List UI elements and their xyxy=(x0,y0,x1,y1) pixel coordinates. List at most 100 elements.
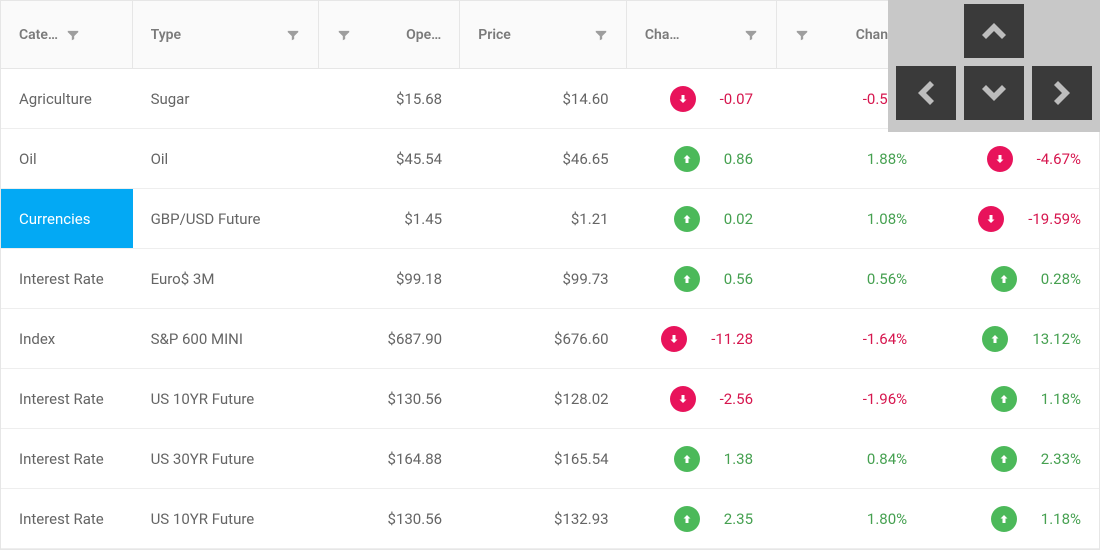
cell-change-pct[interactable]: 0.56% xyxy=(777,249,925,308)
cell-open[interactable]: $164.88 xyxy=(319,429,460,488)
cell-change-year[interactable]: -19.59% xyxy=(925,189,1099,248)
arrow-down-icon xyxy=(985,213,997,225)
column-label: Cha… xyxy=(645,27,680,43)
arrow-up-icon xyxy=(989,333,1001,345)
filter-icon[interactable] xyxy=(286,28,300,42)
cell-change-year[interactable]: -4.67% xyxy=(925,129,1099,188)
filter-icon[interactable] xyxy=(337,28,351,42)
trend-badge xyxy=(991,506,1017,532)
column-header-change[interactable]: Cha… xyxy=(627,1,777,68)
column-header-category[interactable]: Cate… xyxy=(1,1,133,68)
cell-price[interactable]: $128.02 xyxy=(460,369,627,428)
column-header-price[interactable]: Price xyxy=(460,1,627,68)
cell-open[interactable]: $45.54 xyxy=(319,129,460,188)
cell-category[interactable]: Interest Rate xyxy=(1,489,133,548)
cell-change-year[interactable]: 1.18% xyxy=(925,369,1099,428)
trend-badge xyxy=(674,146,700,172)
column-label: Price xyxy=(478,27,511,43)
table-row[interactable]: Interest RateUS 30YR Future $164.88 $165.5… xyxy=(1,429,1099,489)
cell-price[interactable]: $132.93 xyxy=(460,489,627,548)
cell-category[interactable]: Interest Rate xyxy=(1,369,133,428)
trend-badge xyxy=(674,506,700,532)
nav-down-button[interactable] xyxy=(964,66,1024,120)
table-row[interactable]: Interest RateUS 10YR Future$130.56$128.0… xyxy=(1,369,1099,429)
cell-open[interactable]: $130.56 xyxy=(319,369,460,428)
cell-change-pct[interactable]: -1.64% xyxy=(777,309,925,368)
column-header-open[interactable]: Ope… xyxy=(319,1,460,68)
trend-badge xyxy=(982,326,1008,352)
cell-change[interactable]: 2.35 xyxy=(627,489,777,548)
cell-text: 1.88% xyxy=(867,150,907,168)
cell-change[interactable]: -2.56 xyxy=(627,369,777,428)
cell-price[interactable]: $676.60 xyxy=(460,309,627,368)
table-row[interactable]: OilOil $45.54 $46.65 0.86 1.88% -4.67% xyxy=(1,129,1099,189)
cell-change-year[interactable]: 13.12% xyxy=(925,309,1099,368)
cell-type[interactable]: Sugar xyxy=(133,69,320,128)
cell-open[interactable]: $15.68 xyxy=(319,69,460,128)
cell-change-pct[interactable]: 1.80% xyxy=(777,489,925,548)
cell-open[interactable]: $687.90 xyxy=(319,309,460,368)
cell-text: 1.38 xyxy=(724,450,753,468)
cell-change[interactable]: 0.56 xyxy=(627,249,777,308)
cell-type[interactable]: Euro$ 3M xyxy=(133,249,320,308)
cell-price[interactable]: $1.21 xyxy=(460,189,627,248)
cell-price[interactable]: $46.65 xyxy=(460,129,627,188)
table-row[interactable]: Interest RateEuro$ 3M$99.18$99.730.560.5… xyxy=(1,249,1099,309)
cell-type[interactable]: Oil xyxy=(133,129,320,188)
cell-text: -0.07 xyxy=(720,90,753,108)
cell-type[interactable]: US 10YR Future xyxy=(133,489,320,548)
cell-text: $46.65 xyxy=(562,150,608,168)
cell-text: $164.88 xyxy=(388,450,443,468)
cell-change[interactable]: 1.38 xyxy=(627,429,777,488)
cell-category[interactable]: Oil xyxy=(1,129,133,188)
cell-change[interactable]: -11.28 xyxy=(627,309,777,368)
filter-icon[interactable] xyxy=(795,28,809,42)
cell-type[interactable]: US 30YR Future xyxy=(133,429,320,488)
cell-category[interactable]: Index xyxy=(1,309,133,368)
cell-category[interactable]: Interest Rate xyxy=(1,249,133,308)
cell-type[interactable]: GBP/USD Future xyxy=(133,189,320,248)
nav-right-button[interactable] xyxy=(1032,66,1092,120)
column-label: Cate… xyxy=(19,27,58,43)
cell-price[interactable]: $14.60 xyxy=(460,69,627,128)
cell-text: Interest Rate xyxy=(19,510,104,528)
cell-change-year[interactable]: 2.33% xyxy=(925,429,1099,488)
cell-price[interactable]: $165.54 xyxy=(460,429,627,488)
filter-icon[interactable] xyxy=(744,28,758,42)
filter-icon[interactable] xyxy=(66,28,80,42)
cell-open[interactable]: $130.56 xyxy=(319,489,460,548)
cell-change[interactable]: -0.07 xyxy=(627,69,777,128)
nav-up-button[interactable] xyxy=(964,4,1024,58)
navigation-dpad xyxy=(888,0,1100,132)
cell-type[interactable]: S&P 600 MINI xyxy=(133,309,320,368)
nav-left-button[interactable] xyxy=(896,66,956,120)
cell-change-pct[interactable]: -1.96% xyxy=(777,369,925,428)
cell-text: $45.54 xyxy=(396,150,442,168)
trend-badge xyxy=(674,446,700,472)
cell-text: 2.35 xyxy=(724,510,753,528)
cell-change-pct[interactable]: 0.84% xyxy=(777,429,925,488)
cell-change[interactable]: 0.02 xyxy=(627,189,777,248)
arrow-up-icon xyxy=(998,513,1010,525)
cell-change-year[interactable]: 1.18% xyxy=(925,489,1099,548)
cell-change-pct[interactable]: 1.88% xyxy=(777,129,925,188)
chevron-left-icon xyxy=(910,77,942,109)
arrow-up-icon xyxy=(681,153,693,165)
cell-price[interactable]: $99.73 xyxy=(460,249,627,308)
cell-category[interactable]: Interest Rate xyxy=(1,429,133,488)
cell-text: $132.93 xyxy=(554,510,609,528)
cell-text: -2.56 xyxy=(720,390,753,408)
cell-category[interactable]: Agriculture xyxy=(1,69,133,128)
table-row[interactable]: IndexS&P 600 MINI$687.90$676.60-11.28-1.… xyxy=(1,309,1099,369)
cell-change[interactable]: 0.86 xyxy=(627,129,777,188)
cell-change-pct[interactable]: 1.08% xyxy=(777,189,925,248)
table-row[interactable]: Interest Rate US 10YR Future$130.56 $132.9… xyxy=(1,489,1099,549)
cell-open[interactable]: $99.18 xyxy=(319,249,460,308)
filter-icon[interactable] xyxy=(594,28,608,42)
cell-change-year[interactable]: 0.28% xyxy=(925,249,1099,308)
table-row[interactable]: CurrenciesGBP/USD Future$1.45$1.210.021.… xyxy=(1,189,1099,249)
cell-type[interactable]: US 10YR Future xyxy=(133,369,320,428)
column-header-type[interactable]: Type xyxy=(133,1,320,68)
cell-category[interactable]: Currencies xyxy=(1,189,133,248)
cell-open[interactable]: $1.45 xyxy=(319,189,460,248)
